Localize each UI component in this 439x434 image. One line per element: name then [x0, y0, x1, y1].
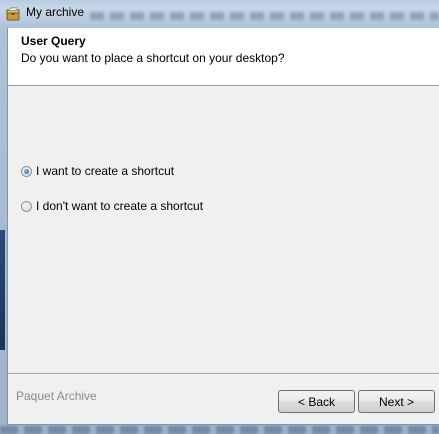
- page-title: User Query: [21, 34, 86, 48]
- wizard-header: User Query Do you want to place a shortc…: [8, 28, 439, 86]
- radio-create-shortcut[interactable]: [21, 165, 32, 177]
- footer-divider: [8, 373, 439, 375]
- option-no-shortcut[interactable]: I don't want to create a shortcut: [21, 198, 203, 214]
- back-button[interactable]: < Back: [278, 390, 355, 413]
- page-subtitle: Do you want to place a shortcut on your …: [21, 51, 285, 65]
- option-create-shortcut-label: I want to create a shortcut: [36, 164, 175, 178]
- option-create-shortcut[interactable]: I want to create a shortcut: [21, 163, 174, 179]
- archive-icon: [6, 6, 20, 21]
- wizard-body: User Query Do you want to place a shortc…: [7, 28, 439, 425]
- next-button[interactable]: Next >: [358, 390, 435, 413]
- installer-window: My archive User Query Do you want to pla…: [0, 0, 439, 432]
- option-no-shortcut-label: I don't want to create a shortcut: [36, 199, 204, 213]
- radio-no-shortcut[interactable]: [21, 200, 32, 212]
- window-title: My archive: [26, 5, 85, 19]
- title-bar[interactable]: My archive: [0, 0, 439, 28]
- brand-label: Paquet Archive: [16, 389, 97, 403]
